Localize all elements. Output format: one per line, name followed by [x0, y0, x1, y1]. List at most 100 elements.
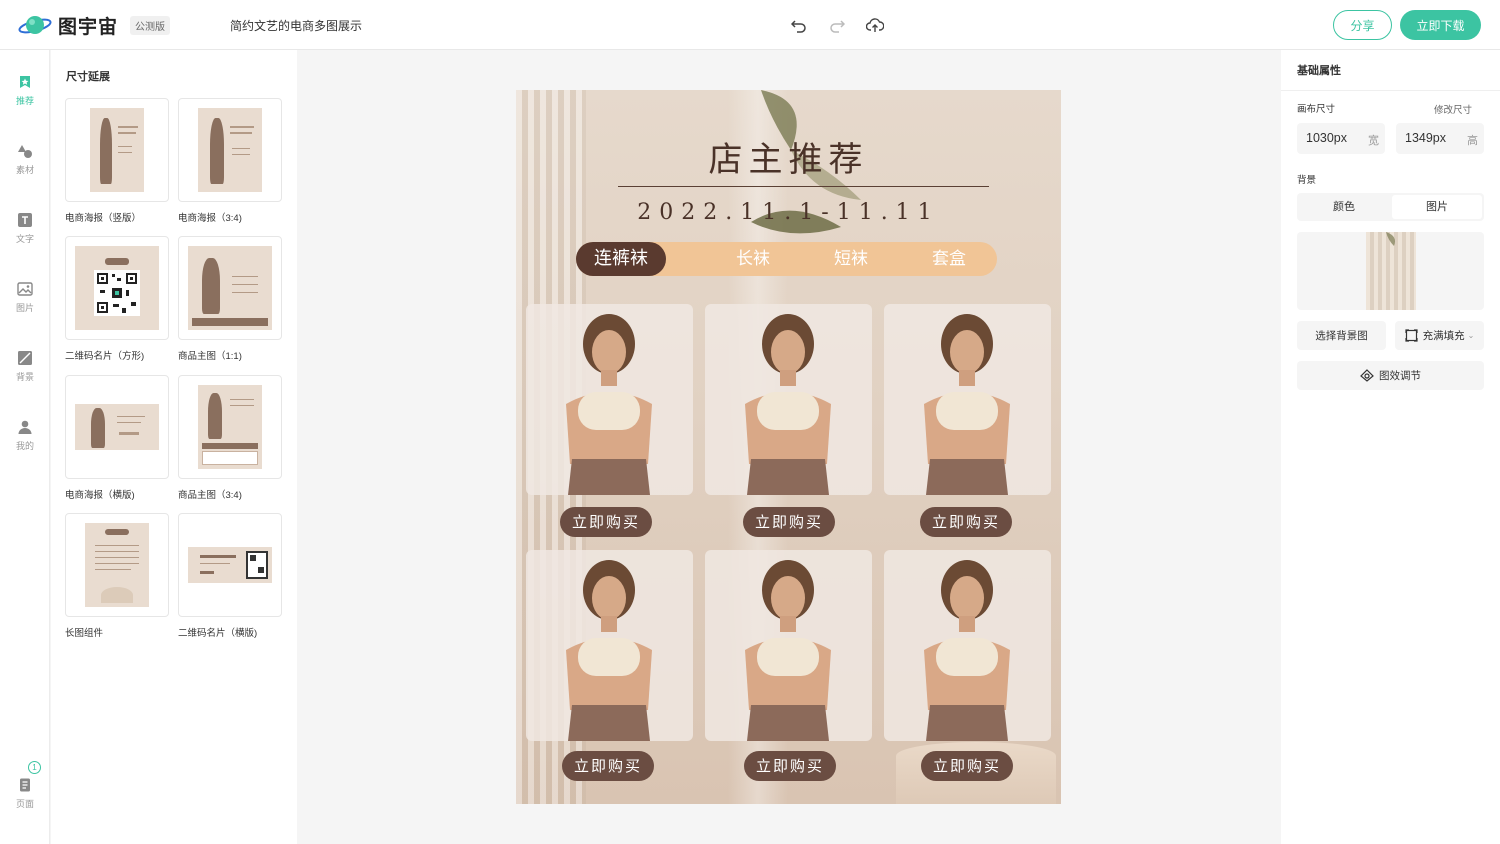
template-panel: 尺寸延展 电商海报（竖版） 电商海报（3:4) 二维码名片（方形) 商品主图（1… — [51, 50, 297, 844]
shapes-icon — [18, 145, 32, 158]
title-divider — [618, 186, 989, 187]
page-count-badge: 1 — [28, 761, 41, 774]
buy-now-button[interactable]: 立即购买 — [560, 507, 653, 537]
background-thumbnail — [1366, 232, 1416, 310]
tab-gift-box[interactable]: 套盒 — [932, 242, 966, 276]
buy-now-button[interactable]: 立即购买 — [562, 751, 655, 781]
redo-icon[interactable] — [826, 14, 848, 36]
height-unit: 高 — [1467, 135, 1478, 147]
template-card[interactable]: 电商海报（竖版） — [65, 98, 169, 224]
product-card[interactable] — [884, 550, 1051, 741]
nav-item-text[interactable]: 文字 — [0, 212, 50, 245]
logo[interactable]: 图宇宙 公测版 — [18, 11, 171, 39]
template-card[interactable]: 商品主图（3:4) — [178, 375, 282, 501]
buy-now-button[interactable]: 立即购买 — [744, 751, 837, 781]
nav-label: 我的 — [15, 441, 34, 451]
tab-tights[interactable]: 连裤袜 — [576, 242, 666, 276]
product-card[interactable] — [705, 304, 872, 495]
template-card[interactable]: 二维码名片（横版) — [178, 513, 282, 639]
product-card[interactable] — [526, 550, 693, 741]
tab-short-socks[interactable]: 短袜 — [834, 242, 868, 276]
poster-canvas[interactable]: 店主推荐 2022.11.1-11.11 连裤袜 长袜 短袜 套盒 立即购买 立… — [516, 90, 1061, 804]
nav-label: 素材 — [15, 165, 34, 175]
model-photo — [566, 560, 652, 741]
planet-logo-icon — [18, 16, 52, 34]
template-label: 商品主图（1:1) — [178, 351, 242, 362]
product-card[interactable] — [884, 304, 1051, 495]
product-card[interactable] — [526, 304, 693, 495]
recommend-icon — [20, 76, 30, 88]
template-card[interactable]: 电商海报（横版) — [65, 375, 169, 501]
template-label: 电商海报（3:4) — [178, 213, 242, 224]
nav-label: 文字 — [15, 234, 34, 244]
fill-mode-label: 充满填充 — [1422, 330, 1465, 342]
thumbnail-image — [75, 404, 159, 450]
divider — [1281, 90, 1500, 91]
nav-item-material[interactable]: 素材 — [0, 143, 50, 176]
buy-now-button[interactable]: 立即购买 — [920, 507, 1013, 537]
document-title[interactable]: 简约文艺的电商多图展示 — [230, 17, 362, 34]
thumbnail-image — [198, 108, 262, 192]
download-button[interactable]: 立即下载 — [1400, 10, 1481, 40]
undo-icon[interactable] — [788, 14, 810, 36]
model-photo — [924, 314, 1010, 495]
template-label: 二维码名片（方形) — [65, 351, 145, 362]
text-icon — [18, 213, 32, 227]
template-thumbnail — [178, 98, 282, 202]
template-thumbnail — [65, 236, 169, 340]
template-label: 二维码名片（横版) — [178, 628, 258, 639]
qr-code-icon — [94, 270, 140, 316]
template-card[interactable]: 电商海报（3:4) — [178, 98, 282, 224]
template-thumbnail — [178, 236, 282, 340]
share-button[interactable]: 分享 — [1333, 10, 1392, 40]
nav-item-image[interactable]: 图片 — [0, 281, 50, 314]
fill-mode-select[interactable]: 充满填充 ⌄ — [1395, 321, 1484, 350]
thumbnail-image — [85, 523, 149, 607]
nav-label: 推荐 — [15, 96, 34, 106]
template-card[interactable]: 长图组件 — [65, 513, 169, 639]
poster-title[interactable]: 店主推荐 — [516, 132, 1061, 181]
image-adjust-label: 图效调节 — [1379, 370, 1421, 382]
canvas-height-field[interactable]: 1349px 高 — [1396, 123, 1484, 154]
nav-item-mine[interactable]: 我的 — [0, 419, 50, 452]
nav-item-recommend[interactable]: 推荐 — [0, 74, 50, 107]
poster-date[interactable]: 2022.11.1-11.11 — [516, 200, 1061, 225]
width-value: 1030px — [1306, 131, 1348, 145]
template-thumbnail — [65, 98, 169, 202]
template-thumbnail — [65, 375, 169, 479]
template-card[interactable]: 商品主图（1:1) — [178, 236, 282, 362]
template-thumbnail — [65, 513, 169, 617]
top-bar: 图宇宙 公测版 简约文艺的电商多图展示 分享 立即下载 — [0, 0, 1500, 50]
nav-item-pages[interactable]: 1 页面 — [0, 761, 50, 810]
tab-long-socks[interactable]: 长袜 — [736, 242, 770, 276]
image-adjust-button[interactable]: 图效调节 — [1297, 361, 1484, 390]
template-card[interactable]: 二维码名片（方形) — [65, 236, 169, 362]
canvas-width-field[interactable]: 1030px 宽 — [1297, 123, 1385, 154]
height-value: 1349px — [1405, 131, 1447, 145]
cloud-save-icon[interactable] — [864, 14, 886, 36]
nav-item-background[interactable]: 背景 — [0, 350, 50, 383]
product-card[interactable] — [705, 550, 872, 741]
background-preview[interactable] — [1297, 232, 1484, 310]
model-photo — [745, 560, 831, 741]
tab-image[interactable]: 图片 — [1392, 195, 1482, 219]
category-tabs[interactable]: 连裤袜 长袜 短袜 套盒 — [576, 242, 997, 276]
model-photo — [566, 314, 652, 495]
nav-label: 页面 — [15, 799, 34, 809]
canvas-size-label: 画布尺寸 — [1297, 104, 1336, 115]
nav-label: 图片 — [15, 303, 34, 313]
template-label: 电商海报（横版) — [65, 490, 135, 501]
thumbnail-image — [188, 547, 272, 583]
chevron-down-icon: ⌄ — [1467, 331, 1475, 340]
modify-size-link[interactable]: 修改尺寸 — [1434, 102, 1472, 116]
buy-now-button[interactable]: 立即购买 — [743, 507, 836, 537]
tab-color[interactable]: 颜色 — [1299, 195, 1389, 219]
leaf-decoration — [1386, 232, 1395, 246]
pages-icon — [20, 778, 30, 792]
template-thumbnail — [178, 375, 282, 479]
thumbnail-image — [188, 246, 272, 330]
canvas-area[interactable]: 店主推荐 2022.11.1-11.11 连裤袜 长袜 短袜 套盒 立即购买 立… — [297, 50, 1281, 844]
choose-background-button[interactable]: 选择背景图 — [1297, 321, 1386, 350]
buy-now-button[interactable]: 立即购买 — [921, 751, 1014, 781]
width-unit: 宽 — [1368, 135, 1379, 147]
